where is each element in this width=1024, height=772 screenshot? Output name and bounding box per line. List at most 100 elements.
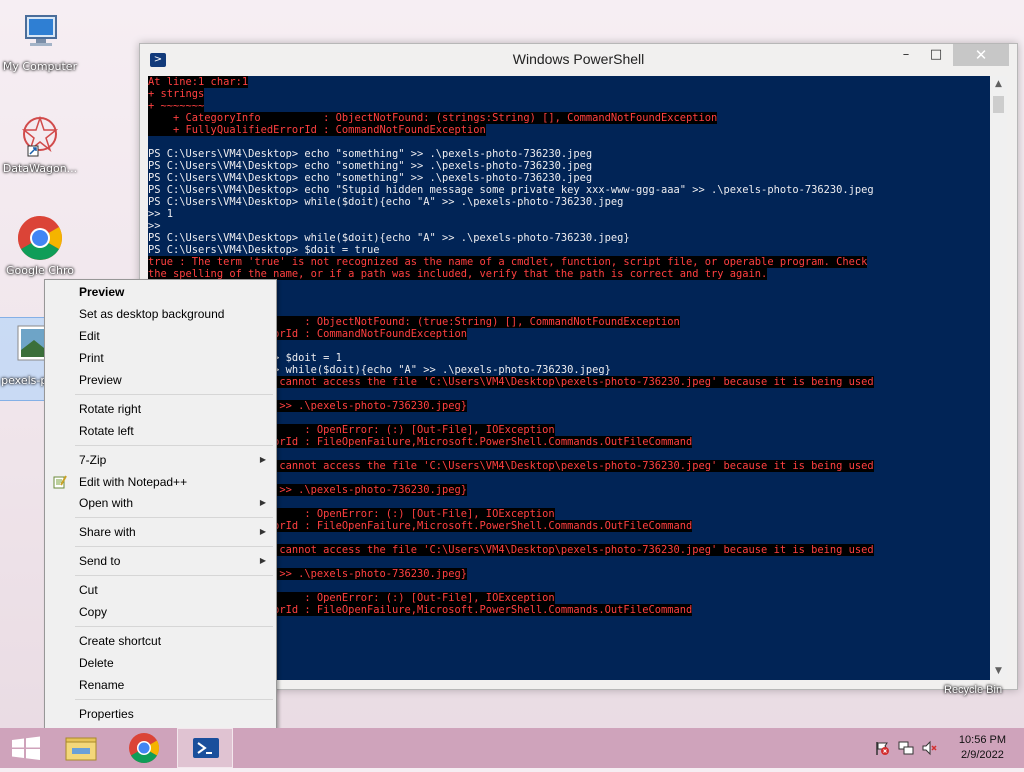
menu-item-edit[interactable]: Edit [47, 325, 274, 347]
menu-separator [75, 517, 273, 518]
menu-item-open-with[interactable]: Open with ▶ [47, 492, 274, 514]
menu-item-label: Share with [79, 525, 136, 539]
submenu-arrow-icon: ▶ [259, 556, 266, 565]
console-line-text: + strings [148, 88, 205, 100]
console-line-text: PS C:\Users\VM4\Desktop> while($doit){ec… [148, 196, 624, 208]
scroll-down-icon[interactable]: ▼ [990, 663, 1007, 680]
close-button[interactable]: ✕ [953, 44, 1009, 66]
taskbar: 10:56 PM 2/9/2022 [0, 728, 1024, 768]
menu-item-label: Edit with Notepad++ [79, 475, 188, 489]
menu-item-label: 7-Zip [79, 453, 107, 467]
menu-item-print[interactable]: Print [47, 347, 274, 369]
submenu-arrow-icon: ▶ [259, 527, 266, 536]
notepad-plus-plus-icon [53, 475, 67, 489]
console-line: >> [148, 220, 990, 232]
console-line-text: >> [148, 220, 161, 232]
menu-item-create-shortcut[interactable]: Create shortcut [47, 630, 274, 652]
console-line: + ~~~~~~~ [148, 100, 990, 112]
context-menu: Preview Set as desktop background Edit P… [44, 279, 277, 730]
powershell-icon [193, 738, 219, 758]
menu-separator [75, 445, 273, 446]
console-line-text: >> 1 [148, 208, 174, 220]
console-line: PS C:\Users\VM4\Desktop> echo "something… [148, 172, 990, 184]
desktop-icon-label: My Computer [2, 60, 78, 73]
menu-separator [75, 546, 273, 547]
menu-item-rename[interactable]: Rename [47, 674, 274, 696]
taskbar-powershell[interactable] [177, 728, 233, 768]
console-line: PS C:\Users\VM4\Desktop> echo "something… [148, 148, 990, 160]
desktop-icon-my-computer[interactable]: My Computer [0, 10, 80, 73]
console-line-text: PS C:\Users\VM4\Desktop> echo "something… [148, 172, 593, 184]
menu-item-rotate-left[interactable]: Rotate left [47, 420, 274, 442]
console-line [148, 136, 990, 148]
menu-item-edit-with-notepad[interactable]: Edit with Notepad++ [47, 471, 274, 493]
taskbar-chrome[interactable] [116, 728, 172, 768]
desktop-icon-label: DataWagon... [2, 162, 78, 175]
system-clock[interactable]: 10:56 PM 2/9/2022 [959, 733, 1006, 763]
console-line: PS C:\Users\VM4\Desktop> echo "Stupid hi… [148, 184, 990, 196]
menu-separator [75, 699, 273, 700]
menu-separator [75, 575, 273, 576]
console-line: At line:1 char:1 [148, 76, 990, 88]
recycle-bin-label[interactable]: Recycle Bin [944, 684, 1002, 696]
menu-item-set-as-desktop-background[interactable]: Set as desktop background [47, 303, 274, 325]
console-line: PS C:\Users\VM4\Desktop> $doit = true [148, 244, 990, 256]
menu-item-preview-2[interactable]: Preview [47, 369, 274, 391]
datawagon-icon [16, 112, 64, 160]
menu-item-label: Open with [79, 496, 134, 510]
menu-item-label: Send to [79, 554, 121, 568]
minimize-button[interactable]: – [891, 44, 921, 66]
console-line-text: + ~~~~~~~ [148, 100, 205, 112]
taskbar-file-explorer[interactable] [54, 728, 110, 768]
submenu-arrow-icon: ▶ [259, 455, 266, 464]
start-button[interactable] [0, 728, 56, 768]
console-line-text: true : The term 'true' is not recognized… [148, 256, 868, 268]
network-icon[interactable] [898, 740, 914, 756]
desktop-icon-datawagon[interactable]: DataWagon... [0, 112, 80, 175]
menu-item-properties[interactable]: Properties [47, 703, 274, 725]
console-line-text: PS C:\Users\VM4\Desktop> echo "something… [148, 160, 593, 172]
chrome-icon [129, 733, 160, 764]
menu-item-rotate-right[interactable]: Rotate right [47, 398, 274, 420]
desktop-icon-google-chrome[interactable]: Google Chro [0, 214, 80, 277]
console-line-text: PS C:\Users\VM4\Desktop> echo "Stupid hi… [148, 184, 874, 196]
menu-item-copy[interactable]: Copy [47, 601, 274, 623]
console-line: PS C:\Users\VM4\Desktop> echo "something… [148, 160, 990, 172]
console-line: + strings [148, 88, 990, 100]
menu-separator [75, 626, 273, 627]
console-line: + FullyQualifiedErrorId : CommandNotFoun… [148, 124, 990, 136]
window-title: Windows PowerShell [512, 51, 645, 67]
volume-muted-icon[interactable] [922, 740, 938, 756]
console-line-text: PS C:\Users\VM4\Desktop> while($doit){ec… [148, 232, 630, 244]
menu-separator [75, 394, 273, 395]
menu-item-send-to[interactable]: Send to ▶ [47, 550, 274, 572]
console-line-text: PS C:\Users\VM4\Desktop> echo "something… [148, 148, 593, 160]
console-line: true : The term 'true' is not recognized… [148, 256, 990, 268]
computer-icon [16, 10, 64, 58]
vertical-scrollbar[interactable]: ▲ ▼ [990, 76, 1007, 680]
console-line-text: At line:1 char:1 [148, 76, 249, 88]
menu-item-cut[interactable]: Cut [47, 579, 274, 601]
desktop-icon-label: Google Chro [6, 264, 74, 277]
windows-logo-icon [12, 736, 40, 760]
menu-item-share-with[interactable]: Share with ▶ [47, 521, 274, 543]
console-line: PS C:\Users\VM4\Desktop> while($doit){ec… [148, 196, 990, 208]
menu-item-preview[interactable]: Preview [47, 281, 274, 303]
console-line-text: + FullyQualifiedErrorId : CommandNotFoun… [148, 124, 486, 136]
console-line: + CategoryInfo : ObjectNotFound: (string… [148, 112, 990, 124]
clock-date: 2/9/2022 [961, 749, 1004, 761]
submenu-arrow-icon: ▶ [259, 498, 266, 507]
menu-item-7zip[interactable]: 7-Zip ▶ [47, 449, 274, 471]
scroll-thumb[interactable] [993, 96, 1004, 113]
menu-item-delete[interactable]: Delete [47, 652, 274, 674]
maximize-button[interactable]: □ [921, 44, 951, 66]
clock-time: 10:56 PM [958, 734, 1006, 746]
console-line: >> 1 [148, 208, 990, 220]
chrome-icon [16, 214, 64, 262]
console-line-text: PS C:\Users\VM4\Desktop> $doit = true [148, 244, 380, 256]
title-bar[interactable]: > Windows PowerShell – □ ✕ [140, 44, 1017, 76]
action-center-flag-icon[interactable] [874, 740, 890, 756]
scroll-up-icon[interactable]: ▲ [990, 76, 1007, 93]
console-line: PS C:\Users\VM4\Desktop> while($doit){ec… [148, 232, 990, 244]
folder-icon [65, 737, 97, 761]
